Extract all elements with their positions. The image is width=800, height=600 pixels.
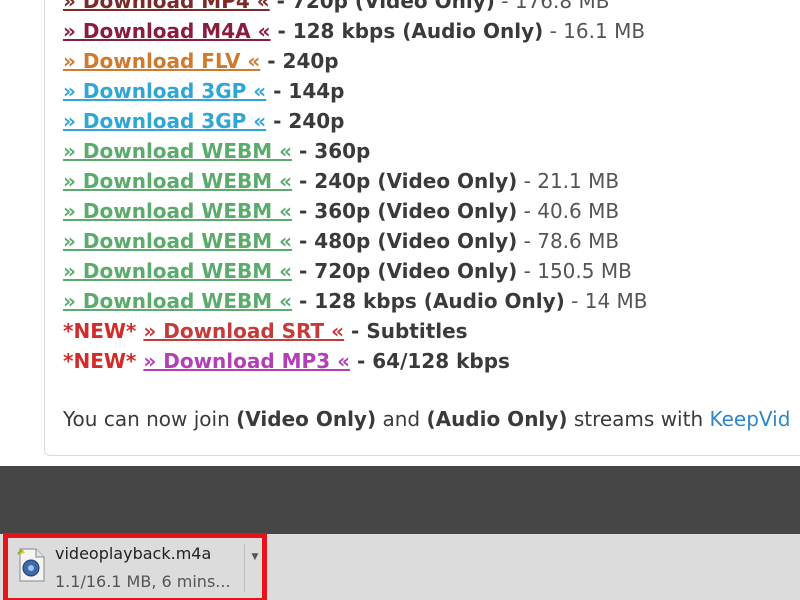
download-link-row: » Download WEBM « - 360p (Video Only) - … — [63, 196, 648, 226]
download-link-row: » Download WEBM « - 128 kbps (Audio Only… — [63, 286, 648, 316]
download-format-info: - 360p (Video Only) — [292, 199, 518, 223]
note-text-3: streams with — [567, 407, 710, 431]
join-streams-note: You can now join (Video Only) and (Audio… — [63, 404, 790, 434]
download-link-row: » Download 3GP « - 144p — [63, 76, 648, 106]
download-format-info: - 128 kbps (Audio Only) — [292, 289, 565, 313]
download-file-size: - 14 MB — [564, 289, 648, 313]
keepvid-link[interactable]: KeepVid — [709, 407, 790, 431]
download-link-row: » Download M4A « - 128 kbps (Audio Only)… — [63, 16, 648, 46]
note-text-2: and — [376, 407, 427, 431]
download-format-info: - 480p (Video Only) — [292, 229, 518, 253]
download-file-size: - 176.8 MB — [494, 0, 610, 13]
download-link[interactable]: » Download FLV « — [63, 49, 260, 73]
download-file-size: - 16.1 MB — [543, 19, 646, 43]
download-links-list: » Download MP4 « - 720p (Video Only) - 1… — [63, 0, 648, 376]
download-link[interactable]: » Download WEBM « — [63, 139, 292, 163]
download-link[interactable]: » Download WEBM « — [63, 199, 292, 223]
download-item-divider — [244, 544, 245, 592]
download-file-size: - 78.6 MB — [517, 229, 620, 253]
download-link-row: » Download MP4 « - 720p (Video Only) - 1… — [63, 0, 648, 16]
download-filename: videoplayback.m4a — [55, 544, 212, 563]
download-link[interactable]: » Download MP4 « — [63, 0, 270, 13]
download-format-info: - Subtitles — [344, 319, 468, 343]
download-format-info: - 128 kbps (Audio Only) — [270, 19, 544, 43]
dark-band — [0, 466, 800, 534]
chevron-down-icon[interactable]: ▼ — [248, 550, 262, 564]
download-link[interactable]: » Download 3GP « — [63, 79, 266, 103]
download-format-info: - 240p — [266, 109, 345, 133]
download-link[interactable]: » Download WEBM « — [63, 259, 292, 283]
new-badge: *NEW* — [63, 349, 144, 373]
download-link-row: » Download WEBM « - 480p (Video Only) - … — [63, 226, 648, 256]
download-format-info: - 144p — [266, 79, 345, 103]
download-link[interactable]: » Download M4A « — [63, 19, 271, 43]
download-link-row: » Download WEBM « - 720p (Video Only) - … — [63, 256, 648, 286]
download-status: 1.1/16.1 MB, 6 mins... — [55, 572, 231, 591]
download-file-size: - 150.5 MB — [517, 259, 632, 283]
download-link-row: » Download 3GP « - 240p — [63, 106, 648, 136]
download-file-size: - 21.1 MB — [517, 169, 620, 193]
download-item[interactable]: videoplayback.m4a 1.1/16.1 MB, 6 mins...… — [3, 533, 267, 600]
download-link[interactable]: » Download MP3 « — [143, 349, 350, 373]
note-video-only: (Video Only) — [236, 407, 377, 431]
download-format-info: - 360p — [292, 139, 371, 163]
download-link[interactable]: » Download WEBM « — [63, 169, 292, 193]
download-link-row: » Download FLV « - 240p — [63, 46, 648, 76]
download-format-info: - 720p (Video Only) — [292, 259, 518, 283]
note-audio-only: (Audio Only) — [426, 407, 568, 431]
download-format-info: - 240p — [260, 49, 339, 73]
download-link-row: *NEW* » Download MP3 « - 64/128 kbps — [63, 346, 648, 376]
download-link[interactable]: » Download WEBM « — [63, 289, 292, 313]
browser-window: » Download MP4 « - 720p (Video Only) - 1… — [0, 0, 800, 600]
download-link[interactable]: » Download WEBM « — [63, 229, 292, 253]
download-link[interactable]: » Download 3GP « — [63, 109, 266, 133]
download-format-info: - 720p (Video Only) — [269, 0, 495, 13]
download-format-info: - 240p (Video Only) — [292, 169, 518, 193]
download-link-row: » Download WEBM « - 240p (Video Only) - … — [63, 166, 648, 196]
download-format-info: - 64/128 kbps — [350, 349, 510, 373]
page-content: » Download MP4 « - 720p (Video Only) - 1… — [0, 0, 800, 466]
download-file-size: - 40.6 MB — [517, 199, 620, 223]
new-badge: *NEW* — [63, 319, 144, 343]
download-link-row: » Download WEBM « - 360p — [63, 136, 648, 166]
audio-file-icon — [14, 547, 48, 583]
note-text-1: You can now join — [63, 407, 237, 431]
download-link-row: *NEW* » Download SRT « - Subtitles — [63, 316, 648, 346]
download-link[interactable]: » Download SRT « — [143, 319, 344, 343]
